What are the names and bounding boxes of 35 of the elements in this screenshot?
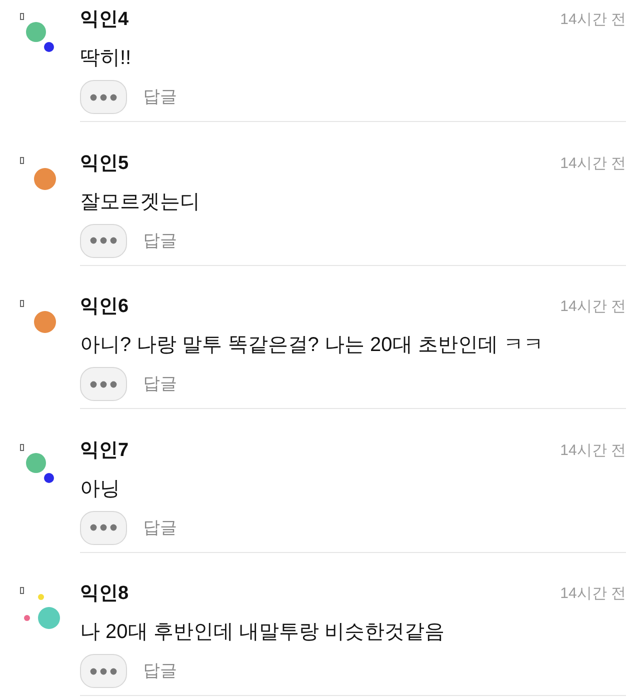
- reply-link[interactable]: 답글: [143, 230, 177, 252]
- comment-text: 잘모르겟는디: [80, 190, 201, 214]
- more-button[interactable]: [80, 224, 127, 258]
- more-button[interactable]: [80, 80, 127, 114]
- timestamp: 14시간 전: [560, 584, 626, 604]
- more-dots-icon: [90, 524, 117, 531]
- rectangle-icon: [20, 156, 24, 164]
- rectangle-icon: [20, 587, 24, 594]
- timestamp: 14시간 전: [560, 154, 626, 174]
- reply-link[interactable]: 답글: [143, 373, 177, 395]
- more-button[interactable]: [80, 510, 127, 544]
- timestamp: 14시간 전: [560, 10, 626, 30]
- comment-text: 아닝: [80, 476, 121, 502]
- timestamp: 14시간 전: [560, 440, 626, 460]
- reply-link[interactable]: 답글: [143, 660, 177, 682]
- more-dots-icon: [90, 380, 117, 388]
- author-name: 익인5: [80, 152, 129, 176]
- author-name: 익인4: [80, 8, 129, 32]
- more-dots-icon: [90, 94, 117, 100]
- more-button[interactable]: [80, 654, 127, 688]
- more-dots-icon: [90, 668, 117, 674]
- more-dots-icon: [90, 237, 117, 244]
- reply-link[interactable]: 답글: [143, 86, 177, 108]
- more-button[interactable]: [80, 367, 127, 401]
- author-name: 익인6: [80, 295, 129, 319]
- reply-link[interactable]: 답글: [143, 516, 177, 538]
- rectangle-icon: [20, 300, 24, 307]
- comment-text: 나 20대 후반인데 내말투랑 비슷한것같음: [80, 620, 446, 645]
- rectangle-icon: [20, 444, 24, 450]
- rectangle-icon: [20, 13, 24, 20]
- timestamp: 14시간 전: [560, 297, 626, 317]
- author-name: 익인8: [80, 582, 129, 606]
- author-name: 익인7: [80, 438, 129, 462]
- comment-text: 아니? 나랑 말투 똑같은걸? 나는 20대 초반인데 ㅋㅋ: [80, 333, 544, 358]
- comment-text: 딱히!!: [80, 46, 132, 71]
